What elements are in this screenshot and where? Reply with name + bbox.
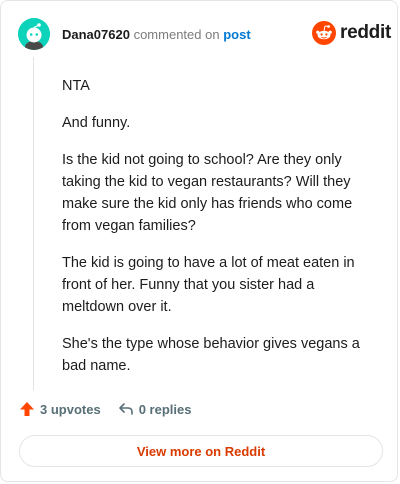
embedded-comment-card: Dana07620 commented on post reddit NTA A… (0, 0, 398, 482)
upvote-count: 3 upvotes (40, 401, 101, 417)
upvote-button[interactable]: 3 upvotes (19, 401, 101, 417)
thread-line (33, 57, 34, 390)
comment-paragraph: And funny. (62, 115, 131, 131)
comment-footer: 3 upvotes 0 replies (19, 401, 191, 417)
username-link[interactable]: Dana07620 (62, 27, 130, 42)
upvote-arrow-icon (20, 402, 34, 416)
comment-header: Dana07620 commented on post (62, 27, 251, 43)
reply-count: 0 replies (138, 401, 192, 417)
comment-action-text: commented on (133, 27, 220, 42)
reddit-logo[interactable]: reddit (312, 21, 391, 45)
comment-body: NTA And funny. Is the kid not going to s… (62, 75, 378, 392)
reddit-wordmark: reddit (340, 22, 391, 43)
user-avatar-icon[interactable] (18, 18, 50, 50)
comment-paragraph: Is the kid not going to school? Are they… (62, 152, 353, 234)
reply-button[interactable]: 0 replies (118, 401, 192, 417)
comment-paragraph: NTA (62, 78, 90, 94)
view-more-button[interactable]: View more on Reddit (19, 435, 383, 467)
snoo-avatar-icon (18, 18, 50, 50)
reply-arrow-icon (118, 403, 133, 415)
reddit-snoo-icon (312, 21, 336, 45)
comment-paragraph: She's the type whose behavior gives vega… (62, 336, 360, 374)
comment-paragraph: The kid is going to have a lot of meat e… (62, 255, 355, 315)
post-link[interactable]: post (223, 27, 250, 42)
